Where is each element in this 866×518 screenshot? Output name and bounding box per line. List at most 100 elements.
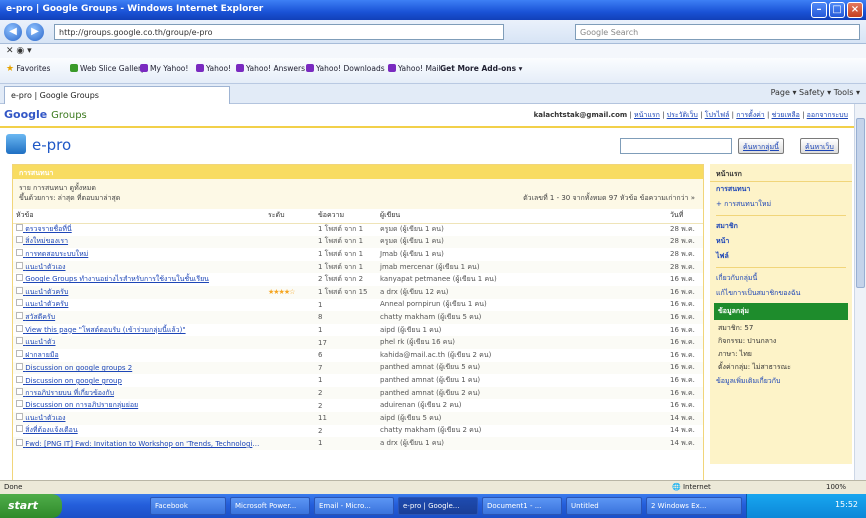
group-search-input[interactable] [620, 138, 732, 154]
topic-link[interactable]: แนะนำตัวเอง [13, 260, 265, 274]
checkbox-icon[interactable] [16, 425, 23, 433]
topic-link[interactable]: แนะนำตัวครับ [13, 285, 265, 299]
checkbox-icon[interactable] [16, 337, 23, 345]
sidebar-item-pages[interactable]: หน้า [710, 234, 852, 249]
link-history[interactable]: ประวัติเว็บ [667, 111, 698, 119]
checkbox-icon[interactable] [16, 286, 23, 294]
scrollbar-thumb[interactable] [856, 118, 865, 288]
favorites-button[interactable]: ★ Favorites [6, 64, 50, 74]
checkbox-icon[interactable] [16, 412, 23, 420]
sidebar-item-about[interactable]: เกี่ยวกับกลุ่มนี้ [710, 271, 852, 286]
table-row[interactable]: Discussion on google groups 2 7 panthed am… [13, 361, 703, 375]
table-row[interactable]: Fwd: [PNG IT] Fwd: Invitation to Worksho… [13, 437, 703, 450]
table-row[interactable]: Discussion on การอภิปรายกลุ่มย่อย 2 aduire… [13, 399, 703, 412]
table-row[interactable]: การทดสอบระบบใหม่ 1 โพสต์ จาก 1 Jmab (ผู้เข… [13, 248, 703, 261]
table-row[interactable]: แนะนำตัวเอง 1 โพสต์ จาก 1 jmab mercenar (ผ… [13, 260, 703, 274]
fav-item-4[interactable]: Yahoo! Downloads [306, 64, 385, 73]
table-row[interactable]: สิ่งที่ต้องแจ้งเตือน 2 chatty makham (ผู้เ… [13, 425, 703, 438]
topic-link[interactable]: Discussion on การอภิปรายกลุ่มย่อย [13, 399, 265, 412]
link-signout[interactable]: ออกจากระบบ [807, 111, 848, 119]
fav-item-6[interactable]: Get More Add-ons ▾ [440, 64, 522, 73]
table-row[interactable]: แนะนำตัว 17 phel rk (ผู้เขียน 16 คน) 16 พ.ค… [13, 336, 703, 349]
table-row[interactable]: Google Groups ทำงานอย่างไรสำหรับการใช้งา… [13, 273, 703, 286]
sidebar-item-members[interactable]: สมาชิก [710, 219, 852, 234]
topic-link[interactable]: แนะนำตัวครับ [13, 299, 265, 312]
taskbar-item-1[interactable]: Microsoft Power... [230, 497, 310, 515]
command-bar[interactable]: Page ▾ Safety ▾ Tools ▾ [771, 88, 860, 97]
topic-link[interactable]: สิ่งที่ต้องแจ้งเตือน [13, 425, 265, 438]
checkbox-icon[interactable] [16, 311, 23, 319]
col-topic[interactable]: หัวข้อ [13, 209, 265, 224]
checkbox-icon[interactable] [16, 387, 23, 395]
fav-item-0[interactable]: Web Slice Gallery [70, 64, 146, 73]
checkbox-icon[interactable] [16, 261, 23, 269]
browser-search-input[interactable]: Google Search [575, 24, 860, 40]
taskbar-item-4[interactable]: Document1 - ... [482, 497, 562, 515]
forward-icon[interactable]: ▶ [26, 23, 44, 41]
col-messages[interactable]: ข้อความ [315, 209, 377, 224]
table-row[interactable]: การอภิปรายบน ที่เกี่ยวข้องกับ 2 panthed am… [13, 386, 703, 400]
table-row[interactable]: สวัสดีครับ 8 chatty makham (ผู้เขียน 5 คน)… [13, 311, 703, 324]
checkbox-icon[interactable] [16, 248, 23, 256]
topic-link[interactable]: การทดสอบระบบใหม่ [13, 248, 265, 261]
topic-link[interactable]: Fwd: [PNG IT] Fwd: Invitation to Worksho… [13, 437, 265, 450]
fav-item-3[interactable]: Yahoo! Answers [236, 64, 305, 73]
pagination[interactable]: ตัวเลขที่ 1 - 30 จากทั้งหมด 97 หัวข้อ ข้… [523, 193, 695, 204]
google-groups-logo[interactable]: Google Groups [4, 108, 87, 121]
sidebar-item-files[interactable]: ไฟล์ [710, 249, 852, 264]
link-help[interactable]: ช่วยเหลือ [772, 111, 800, 119]
topic-link[interactable]: แนะนำตัวเอง [13, 411, 265, 425]
search-web-button[interactable]: ค้นหาเว็บ [800, 138, 839, 154]
table-row[interactable]: ตรวจรายชื่อที่นี่ 1 โพสต์ จาก 1 ครูมด (ผู้… [13, 223, 703, 236]
taskbar-item-5[interactable]: Untitled [566, 497, 642, 515]
col-date[interactable]: วันที่ [667, 209, 703, 224]
menu-dropdown-icon[interactable]: ✕ ◉ ▾ [6, 46, 32, 56]
col-rating[interactable]: ระดับ [265, 209, 315, 224]
checkbox-icon[interactable] [16, 224, 23, 232]
checkbox-icon[interactable] [16, 438, 23, 446]
taskbar-item-0[interactable]: Facebook [150, 497, 226, 515]
minimize-icon[interactable]: – [811, 2, 827, 18]
checkbox-icon[interactable] [16, 299, 23, 307]
topic-link[interactable]: แนะนำตัว [13, 336, 265, 349]
fav-item-5[interactable]: Yahoo! Mail [388, 64, 441, 73]
taskbar-item-3[interactable]: e-pro | Google... [398, 497, 478, 515]
col-author[interactable]: ผู้เขียน [377, 209, 667, 224]
browser-tab[interactable]: e-pro | Google Groups [4, 86, 230, 104]
checkbox-icon[interactable] [16, 236, 23, 244]
checkbox-icon[interactable] [16, 363, 23, 371]
taskbar-item-2[interactable]: Email - Micro... [314, 497, 394, 515]
vertical-scrollbar[interactable] [854, 104, 866, 480]
search-group-button[interactable]: ค้นหากลุ่มนี้ [738, 138, 784, 154]
topic-link[interactable]: การอภิปรายบน ที่เกี่ยวข้องกับ [13, 386, 265, 400]
start-button[interactable]: start [0, 494, 62, 518]
topic-link[interactable]: ฝากลายมือ [13, 349, 265, 362]
back-icon[interactable]: ◀ [4, 23, 22, 41]
topic-link[interactable]: Discussion on google groups 2 [13, 361, 265, 375]
checkbox-icon[interactable] [16, 274, 23, 282]
topic-link[interactable]: Google Groups ทำงานอย่างไรสำหรับการใช้งา… [13, 273, 265, 286]
group-info-more-link[interactable]: ข้อมูลเพิ่มเติมเกี่ยวกับ [710, 374, 852, 389]
topic-link[interactable]: สิ่งใหม่ของเรา [13, 235, 265, 249]
topic-link[interactable]: ตรวจรายชื่อที่นี่ [13, 223, 265, 236]
topic-link[interactable]: สวัสดีครับ [13, 311, 265, 324]
address-input[interactable]: http://groups.google.co.th/group/e-pro [54, 24, 504, 40]
table-row[interactable]: ฝากลายมือ 6 kahida@mail.ac.th (ผู้เขียน 2 … [13, 349, 703, 362]
fav-item-1[interactable]: My Yahoo! [140, 64, 188, 73]
topic-link[interactable]: Discussion on google group [13, 374, 265, 387]
table-row[interactable]: แนะนำตัวเอง 11 aipd (ผู้เขียน 5 คน) 14 พ.ค. [13, 411, 703, 425]
sidebar-item-discussions[interactable]: การสนทนา [710, 182, 852, 197]
close-icon[interactable]: × [847, 2, 863, 18]
taskbar-item-6[interactable]: 2 Windows Ex... [646, 497, 742, 515]
zoom-level[interactable]: 100% [826, 483, 846, 491]
sidebar-header[interactable]: หน้าแรก [710, 164, 852, 182]
checkbox-icon[interactable] [16, 400, 23, 408]
table-row[interactable]: Discussion on google group 1 panthed amnat… [13, 374, 703, 387]
fav-item-2[interactable]: Yahoo! [196, 64, 231, 73]
table-row[interactable]: View this page "โพสต์ตอบรับ (เข้าร่วมกลุ… [13, 324, 703, 337]
maximize-icon[interactable]: □ [829, 2, 845, 18]
checkbox-icon[interactable] [16, 349, 23, 357]
table-row[interactable]: แนะนำตัวครับ ★★★★☆ 1 โพสต์ จาก 15 a drx (ผู… [13, 285, 703, 299]
sidebar-item-new-discussion[interactable]: + การสนทนาใหม่ [710, 197, 852, 212]
table-row[interactable]: แนะนำตัวครับ 1 Anneal pornpirun (ผู้เขียน … [13, 299, 703, 312]
